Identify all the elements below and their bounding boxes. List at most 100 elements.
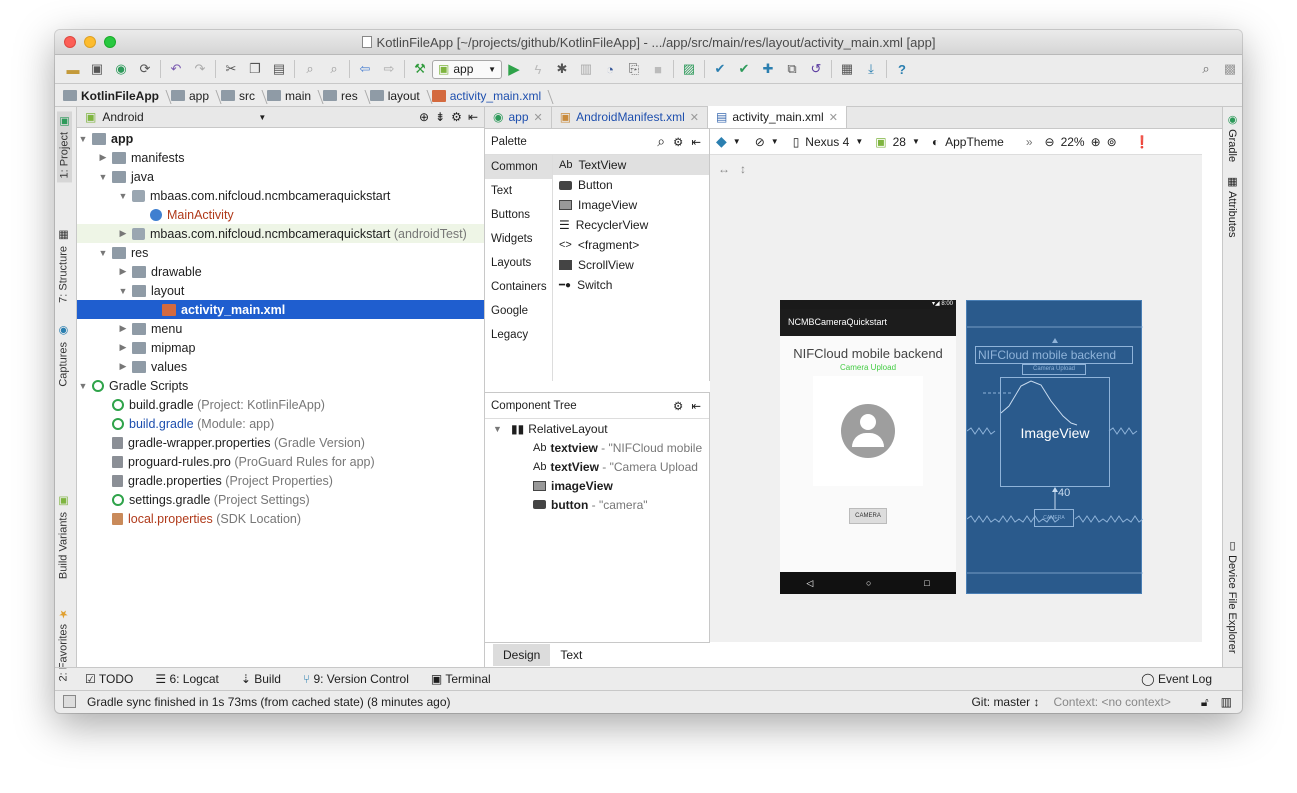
tree-item[interactable]: ▼ app (77, 129, 484, 148)
redo-icon[interactable]: ↷ (188, 59, 212, 79)
collapse-icon[interactable]: ▶ (117, 323, 129, 334)
tab-attributes[interactable]: ▦ Attributes (1226, 175, 1239, 238)
tab-device-file-explorer[interactable]: ▯ Device File Explorer (1226, 539, 1239, 653)
gear-icon[interactable]: ⚙ (673, 399, 683, 413)
tab-build[interactable]: ⇣ Build (241, 672, 281, 686)
attach-debugger-icon[interactable]: ⎘ (622, 59, 646, 79)
tree-item[interactable]: build.gradle (Module: app) (77, 414, 484, 433)
chevron-down-icon[interactable]: ▼ (733, 137, 741, 146)
save-icon[interactable]: ▣ (85, 59, 109, 79)
tree-item[interactable]: settings.gradle (Project Settings) (77, 490, 484, 509)
chevron-down-icon[interactable]: ▼ (771, 137, 779, 146)
tree-item[interactable]: local.properties (SDK Location) (77, 509, 484, 528)
breadcrumb-item[interactable]: KotlinFileApp (63, 89, 165, 103)
component-row[interactable]: Ab textView - "Camera Upload (485, 457, 709, 476)
minimize-button[interactable] (84, 36, 96, 48)
hide-icon[interactable]: ⇤ (691, 135, 701, 149)
paste-icon[interactable]: ▤ (267, 59, 291, 79)
collapse-icon[interactable]: ▶ (117, 266, 129, 277)
expand-icon[interactable]: ▼ (77, 381, 89, 391)
chevron-down-icon[interactable]: ▼ (258, 113, 266, 122)
status-toggle-icon[interactable] (63, 695, 76, 708)
tab-structure[interactable]: 7: Structure ▦ (57, 229, 71, 303)
tree-item[interactable]: ▼ res (77, 243, 484, 262)
palette-item[interactable]: Button (553, 175, 709, 195)
back-icon[interactable]: ⇦ (353, 59, 377, 79)
tree-item[interactable]: ▶ menu (77, 319, 484, 338)
palette-item[interactable]: ScrollView (553, 255, 709, 275)
tree-item[interactable]: ▶ mbaas.com.nifcloud.ncmbcameraquickstart… (77, 224, 484, 243)
tree-item[interactable]: gradle.properties (Project Properties) (77, 471, 484, 490)
chevron-down-icon[interactable]: ▼ (855, 137, 863, 146)
blueprint-preview[interactable]: NIFCloud mobile backend Camera Upload Im… (966, 300, 1143, 594)
replace-icon[interactable]: ⌕ (322, 59, 346, 79)
git-branch[interactable]: Git: master ↕ (971, 695, 1039, 709)
api-select[interactable]: 28 (893, 135, 906, 149)
forward-icon[interactable]: ⇨ (377, 59, 401, 79)
breadcrumb-item[interactable]: app (171, 89, 215, 103)
tab-text[interactable]: Text (550, 644, 592, 666)
copy-icon[interactable]: ❐ (243, 59, 267, 79)
debug-icon[interactable]: ✱ (550, 59, 574, 79)
coverage-icon[interactable]: ▥ (574, 59, 598, 79)
tab-app[interactable]: ◉ app ✕ (485, 106, 552, 128)
tree-item[interactable]: ▼ mbaas.com.nifcloud.ncmbcameraquickstart (77, 186, 484, 205)
tree-item[interactable]: ▶ values (77, 357, 484, 376)
breadcrumb-item[interactable]: res (323, 89, 364, 103)
sdk-manager-icon[interactable]: ⤓ (859, 59, 883, 79)
sync-icon[interactable]: ◉ (109, 59, 133, 79)
chevron-down-icon[interactable]: ▼ (912, 137, 920, 146)
warning-icon[interactable]: ❗ (1135, 135, 1150, 149)
component-row[interactable]: button - "camera" (485, 495, 709, 514)
palette-category[interactable]: Google (485, 299, 552, 323)
gear-icon[interactable]: ⚙ (451, 110, 462, 124)
stop-icon[interactable]: ■ (646, 59, 670, 79)
vcs-revert-icon[interactable]: ↺ (804, 59, 828, 79)
vcs-commit-icon[interactable]: ✔ (732, 59, 756, 79)
palette-item[interactable]: Ab TextView (553, 155, 709, 175)
expand-icon[interactable]: ▼ (117, 286, 129, 296)
palette-category[interactable]: Buttons (485, 203, 552, 227)
breadcrumb-item[interactable]: main (267, 89, 317, 103)
device-select[interactable]: Nexus 4 (805, 135, 849, 149)
tab-todo[interactable]: ☑ TODO (85, 672, 133, 686)
tab-gradle[interactable]: ◉ Gradle (1226, 113, 1239, 162)
tab-activity-main[interactable]: ▤ activity_main.xml ✕ (708, 106, 847, 128)
component-row[interactable]: ▼ ▮▮ RelativeLayout (485, 419, 709, 438)
make-project-icon[interactable]: ⚒ (408, 59, 432, 79)
vertical-resize-icon[interactable]: ↕ (740, 162, 746, 176)
palette-category[interactable]: Layouts (485, 251, 552, 275)
zoom-button[interactable] (104, 36, 116, 48)
expand-icon[interactable]: ▼ (493, 424, 511, 434)
tree-item-selected[interactable]: activity_main.xml (77, 300, 484, 319)
palette-category[interactable]: Text (485, 179, 552, 203)
palette-item[interactable]: <> <fragment> (553, 235, 709, 255)
close-icon[interactable]: ✕ (690, 111, 699, 124)
device-icon[interactable]: ▯ (793, 135, 800, 149)
cut-icon[interactable]: ✂ (219, 59, 243, 79)
collapse-icon[interactable]: ⇟ (435, 110, 445, 124)
tree-item[interactable]: proguard-rules.pro (ProGuard Rules for a… (77, 452, 484, 471)
horizontal-resize-icon[interactable]: ↔ (718, 162, 730, 176)
collapse-icon[interactable]: ▶ (97, 152, 109, 163)
palette-item[interactable]: ☰ RecyclerView (553, 215, 709, 235)
tree-item[interactable]: ▶ manifests (77, 148, 484, 167)
collapse-icon[interactable]: ▶ (117, 361, 129, 372)
zoom-fit-icon[interactable]: ⊚ (1107, 135, 1117, 149)
project-view-select[interactable]: Android (102, 110, 252, 124)
orientation-icon[interactable]: ⊘ (755, 135, 765, 149)
hide-icon[interactable]: ⇤ (691, 399, 701, 413)
tree-item[interactable]: build.gradle (Project: KotlinFileApp) (77, 395, 484, 414)
run-icon[interactable]: ▶ (502, 59, 526, 79)
breadcrumb-item[interactable]: layout (369, 89, 426, 103)
gear-icon[interactable]: ⚙ (673, 135, 683, 149)
vcs-update-icon[interactable]: ✔ (708, 59, 732, 79)
close-icon[interactable]: ✕ (829, 111, 838, 124)
tree-item[interactable]: MainActivity (77, 205, 484, 224)
git-status-icon[interactable]: ▥ (1221, 695, 1232, 709)
tab-terminal[interactable]: ▣ Terminal (431, 672, 491, 686)
palette-category[interactable]: Common (485, 155, 552, 179)
tree-item[interactable]: ▼ java (77, 167, 484, 186)
palette-item[interactable]: ━● Switch (553, 275, 709, 295)
palette-category[interactable]: Widgets (485, 227, 552, 251)
